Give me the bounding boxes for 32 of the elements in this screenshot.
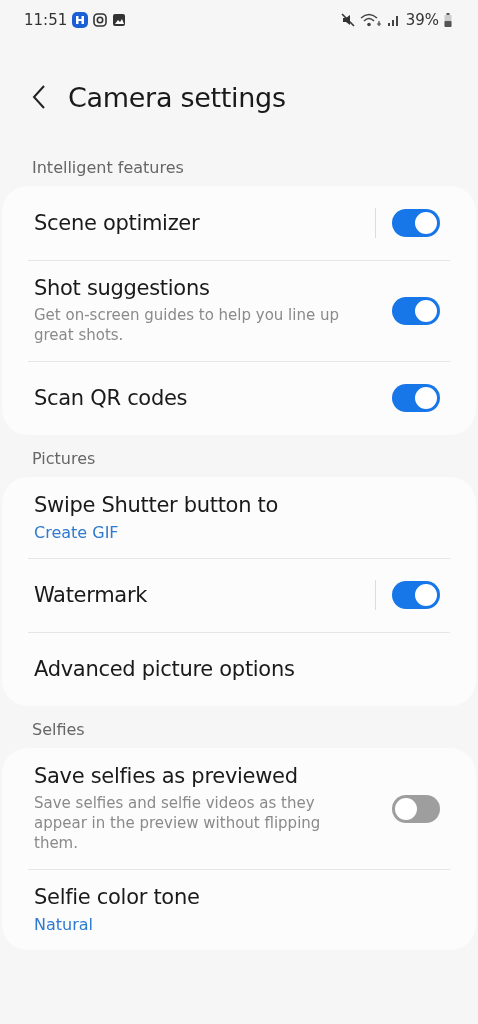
setting-title[interactable]: Save selfies as previewed (34, 764, 392, 788)
toggle-switch[interactable] (392, 384, 440, 412)
back-button[interactable] (30, 83, 48, 111)
section-header: Intelligent features (31, 157, 185, 179)
setting-title[interactable]: Scene optimizer (34, 211, 375, 235)
cell-signal-icon (386, 13, 401, 27)
toggle-switch[interactable] (392, 209, 440, 237)
toggle-switch[interactable] (392, 581, 440, 609)
section-header: Selfies (31, 719, 86, 741)
app-notification-icon (72, 12, 89, 28)
image-notification-icon (112, 13, 127, 27)
toggle-switch[interactable] (392, 296, 440, 325)
section-header: Pictures (31, 448, 97, 470)
setting-value: Natural (34, 915, 94, 934)
setting-title[interactable]: Swipe Shutter button to (34, 493, 440, 517)
setting-title[interactable]: Watermark (34, 583, 375, 607)
clock-time: 11:51 (24, 11, 68, 29)
page-title: Camera settings (68, 81, 286, 113)
setting-description: Save selfies and selfie videos as they appear in the preview without flipping them. (34, 793, 322, 853)
setting-title[interactable]: Scan QR codes (34, 386, 392, 410)
back-icon (32, 85, 46, 109)
setting-value: Create GIF (34, 523, 120, 542)
battery-percent: 39% (405, 11, 439, 29)
setting-title[interactable]: Shot suggestions (34, 276, 392, 300)
toggle-switch[interactable] (392, 794, 440, 823)
setting-title[interactable]: Advanced picture options (34, 657, 440, 681)
wifi-signal-icon (359, 13, 382, 27)
battery-icon (444, 13, 452, 27)
mute-icon (340, 13, 355, 27)
setting-description: Get on-screen guides to help you line up great shots. (34, 305, 340, 345)
setting-title[interactable]: Selfie color tone (34, 885, 440, 909)
camera-notification-icon (93, 13, 108, 27)
